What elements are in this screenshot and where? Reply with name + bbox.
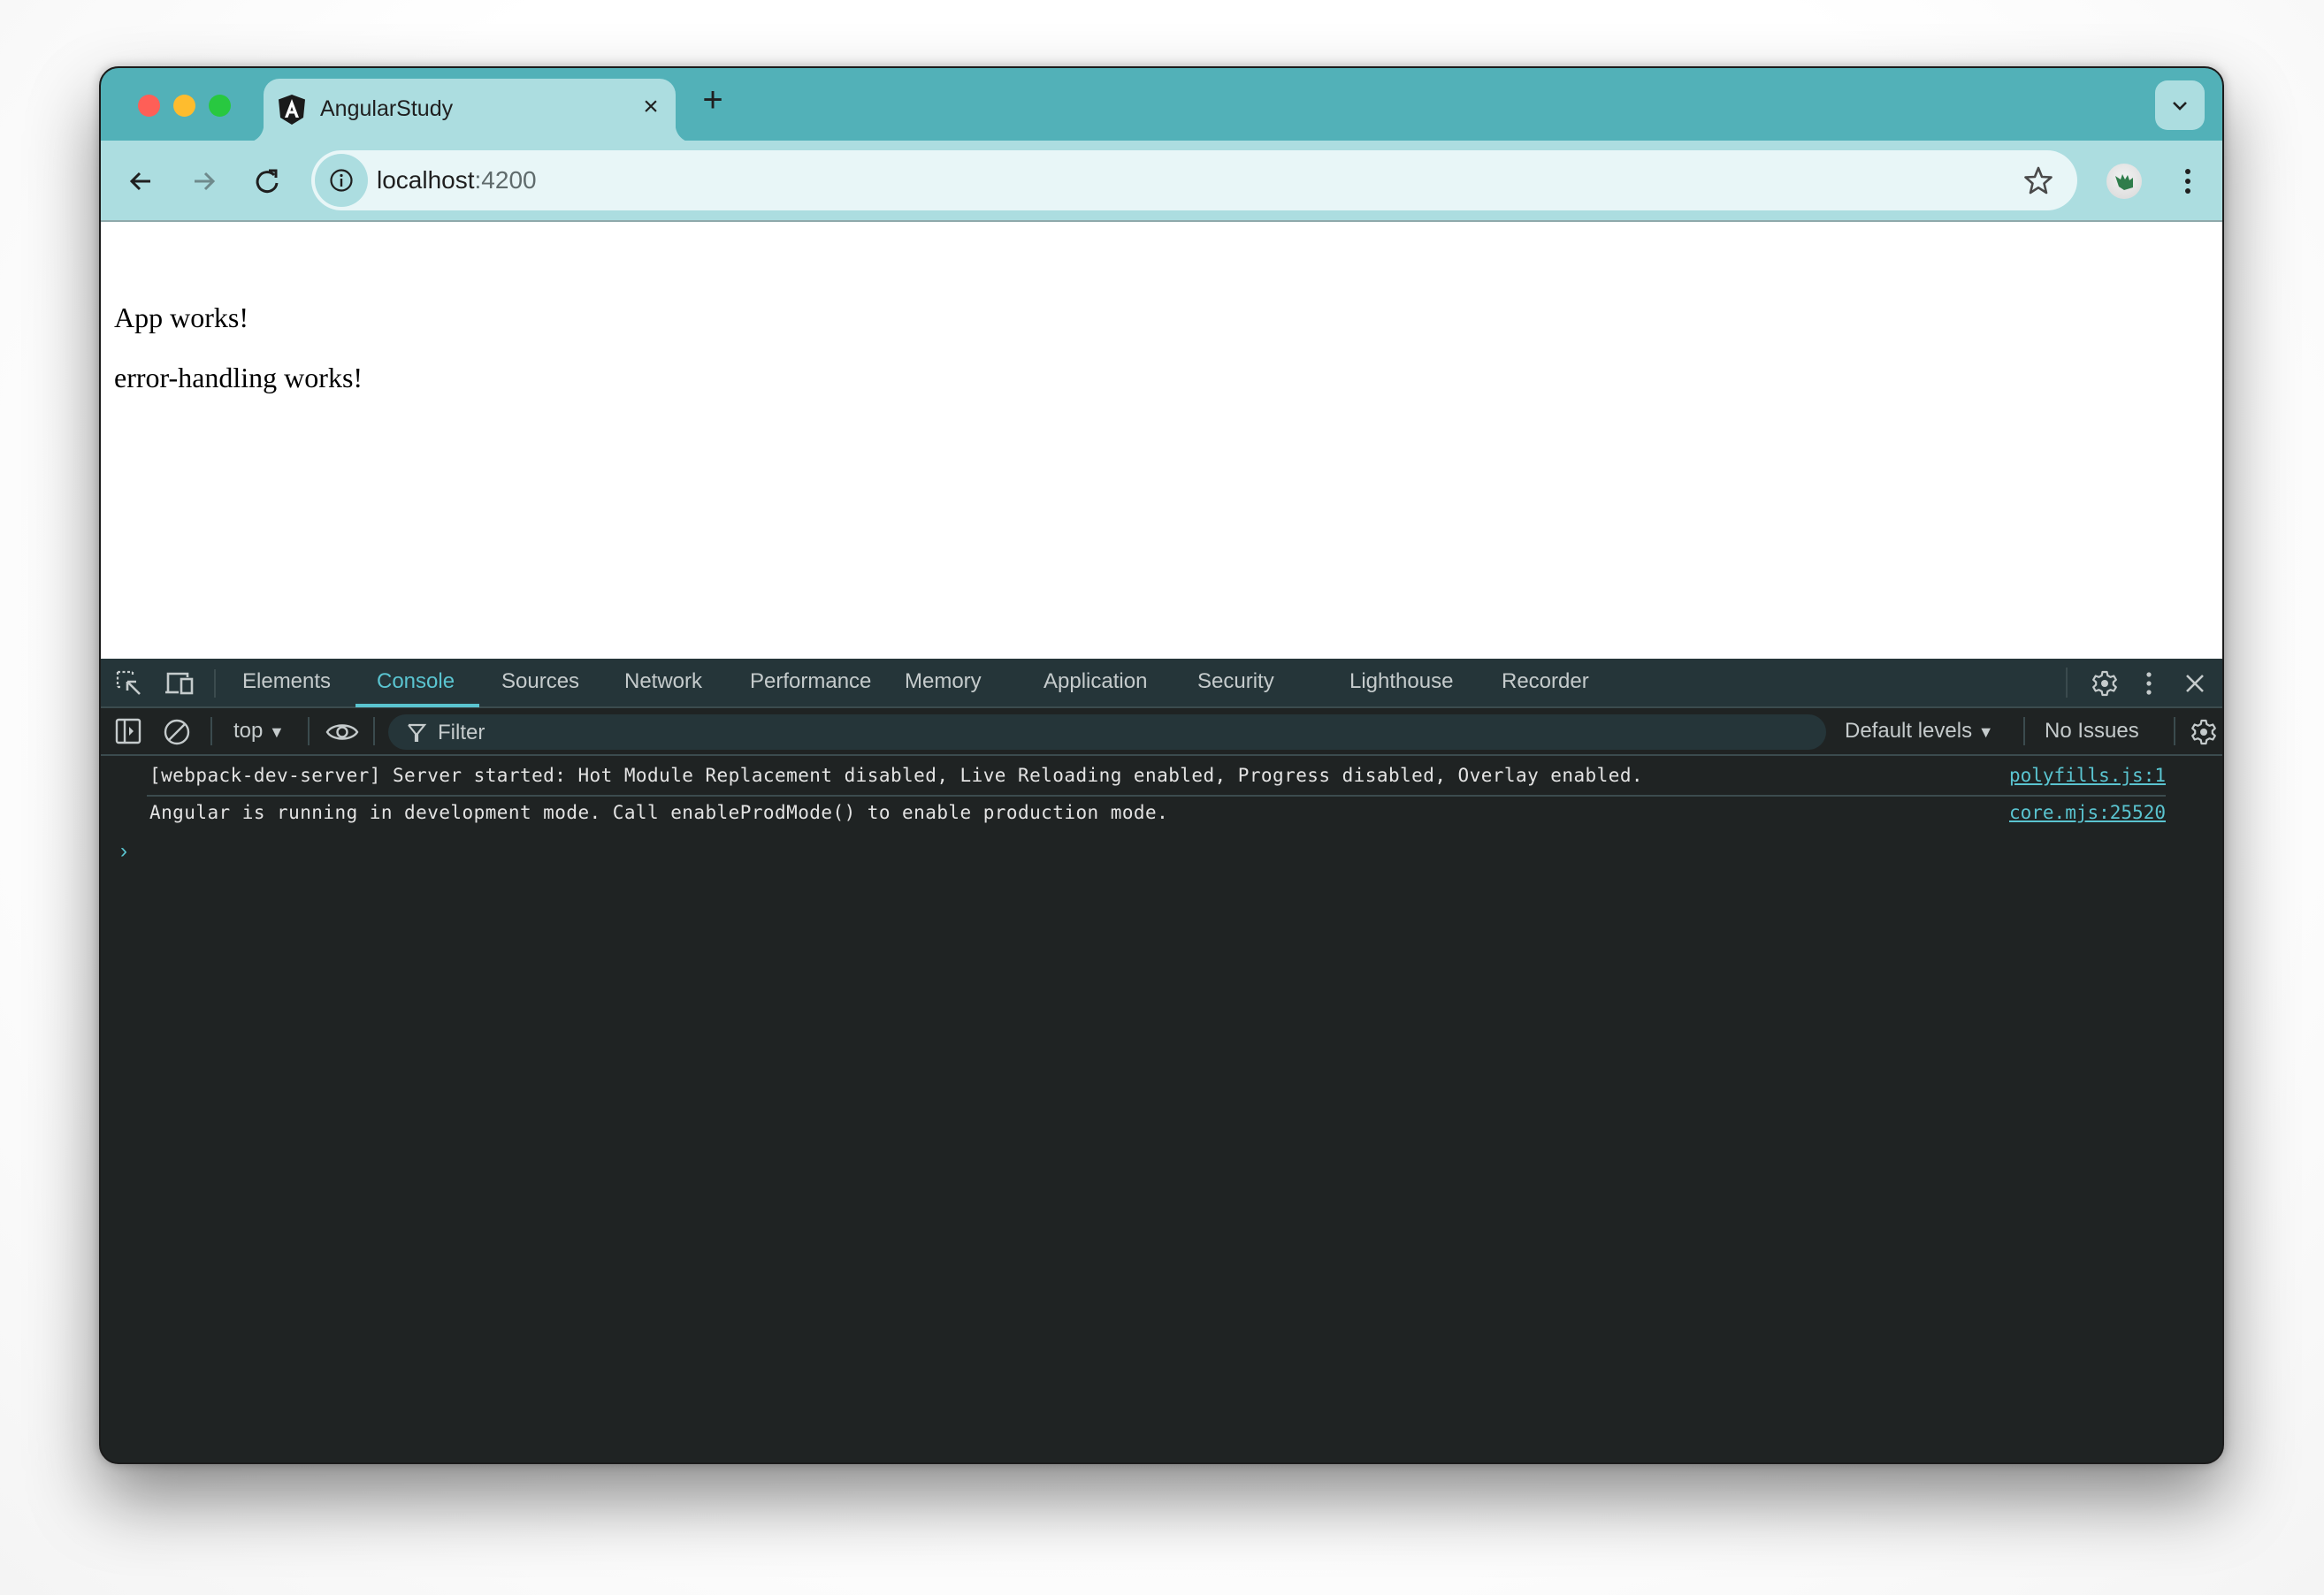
- site-info-button[interactable]: [315, 154, 368, 207]
- active-tab-indicator: [355, 704, 479, 707]
- block-icon: [164, 719, 190, 745]
- separator: [373, 717, 375, 745]
- forward-button[interactable]: [184, 162, 223, 201]
- tab-strip: AngularStudy × +: [101, 68, 2222, 142]
- issues-counter[interactable]: No Issues: [2045, 719, 2139, 744]
- separator: [210, 717, 212, 745]
- new-tab-button[interactable]: +: [693, 80, 732, 119]
- more-vert-icon: [2185, 169, 2190, 194]
- maximize-window-button[interactable]: [209, 95, 231, 117]
- caret-down-icon: ▼: [1977, 723, 1994, 741]
- console-settings-button[interactable]: [2190, 718, 2218, 751]
- browser-menu-button[interactable]: [2179, 162, 2197, 201]
- context-label: top: [233, 719, 264, 743]
- devtools-tabbar: Elements Console Sources Network Perform…: [101, 659, 2222, 708]
- angular-icon: [278, 95, 306, 125]
- error-handling-text: error-handling works!: [114, 362, 363, 393]
- gear-icon: [2092, 670, 2117, 697]
- devtools-tab-network[interactable]: Network: [624, 669, 702, 694]
- separator: [214, 669, 216, 698]
- bookmark-button[interactable]: [2022, 164, 2054, 201]
- page-content: App works! error-handling works!: [101, 222, 2222, 724]
- separator: [2174, 717, 2175, 745]
- live-expression-button[interactable]: [325, 720, 359, 749]
- devtools-tab-security[interactable]: Security: [1197, 669, 1274, 694]
- close-window-button[interactable]: [138, 95, 160, 117]
- info-icon: [330, 169, 353, 192]
- devtools-tab-memory[interactable]: Memory: [905, 669, 982, 694]
- url-host: localhost: [377, 166, 475, 194]
- chevron-down-icon: [2173, 102, 2187, 111]
- device-icon: [165, 672, 194, 695]
- log-levels-dropdown[interactable]: Default levels ▼: [1845, 719, 1994, 744]
- caret-down-icon: ▼: [269, 723, 285, 741]
- tab-angularstudy[interactable]: AngularStudy ×: [246, 79, 693, 142]
- tab-search-button[interactable]: [2155, 80, 2205, 130]
- devtools-tab-lighthouse[interactable]: Lighthouse: [1349, 669, 1453, 694]
- console-message-text: [webpack-dev-server] Server started: Hot…: [149, 765, 1644, 786]
- context-selector[interactable]: top ▼: [233, 719, 285, 744]
- dinosaur-avatar-icon: [2115, 174, 2133, 190]
- inspect-icon: [116, 670, 141, 695]
- back-button[interactable]: [122, 162, 161, 201]
- devtools-tab-sources[interactable]: Sources: [501, 669, 579, 694]
- reload-icon: [256, 169, 279, 194]
- separator: [2023, 717, 2025, 745]
- address-bar[interactable]: localhost:4200: [311, 150, 2077, 210]
- app-works-text: App works!: [114, 301, 248, 333]
- arrow-right-icon: [195, 172, 216, 191]
- console-toolbar: top ▼ Filter Default levels ▼ No Issues: [101, 708, 2222, 756]
- filter-placeholder: Filter: [438, 721, 485, 744]
- url-text: localhost:4200: [377, 166, 537, 195]
- devtools-more-button[interactable]: [2140, 669, 2158, 702]
- separator: [308, 717, 310, 745]
- star-icon: [2024, 166, 2053, 195]
- devtools-tab-performance[interactable]: Performance: [750, 669, 871, 694]
- device-toolbar-button[interactable]: [164, 669, 195, 702]
- eye-icon: [325, 724, 359, 740]
- devtools-close-button[interactable]: [2181, 669, 2209, 702]
- browser-window: AngularStudy × + localhost:4200 App work…: [99, 66, 2224, 1464]
- devtools-settings-button[interactable]: [2091, 669, 2119, 702]
- tab-close-button[interactable]: ×: [635, 91, 667, 123]
- browser-toolbar: localhost:4200: [101, 141, 2222, 222]
- minimize-window-button[interactable]: [173, 95, 195, 117]
- profile-avatar[interactable]: [2106, 164, 2142, 199]
- close-icon: [2186, 675, 2204, 692]
- devtools-tab-application[interactable]: Application: [1044, 669, 1147, 694]
- console-source-link[interactable]: polyfills.js:1: [2009, 765, 2166, 786]
- console-source-link[interactable]: core.mjs:25520: [2009, 802, 2166, 823]
- more-vert-icon: [2146, 672, 2152, 695]
- sidebar-icon: [115, 718, 141, 744]
- console-message: [webpack-dev-server] Server started: Hot…: [101, 758, 2222, 795]
- clear-console-button[interactable]: [163, 718, 191, 751]
- devtools-tab-elements[interactable]: Elements: [242, 669, 331, 694]
- console-message: Angular is running in development mode. …: [101, 795, 2222, 832]
- arrow-left-icon: [129, 172, 150, 191]
- separator: [2066, 668, 2068, 698]
- log-levels-label: Default levels: [1845, 719, 1973, 743]
- devtools-panel: Elements Console Sources Network Perform…: [101, 659, 2222, 1462]
- tab-title: AngularStudy: [320, 96, 454, 121]
- devtools-tab-console[interactable]: Console: [377, 669, 455, 694]
- console-prompt[interactable]: ›: [120, 839, 127, 864]
- reload-button[interactable]: [248, 162, 287, 201]
- console-filter-input[interactable]: Filter: [388, 714, 1826, 750]
- gear-icon: [2191, 719, 2216, 745]
- show-sidebar-button[interactable]: [115, 718, 141, 749]
- url-port: :4200: [474, 166, 537, 194]
- devtools-tab-recorder[interactable]: Recorder: [1502, 669, 1589, 694]
- console-message-text: Angular is running in development mode. …: [149, 802, 1169, 823]
- inspect-element-button[interactable]: [115, 669, 143, 702]
- filter-icon: [408, 723, 427, 742]
